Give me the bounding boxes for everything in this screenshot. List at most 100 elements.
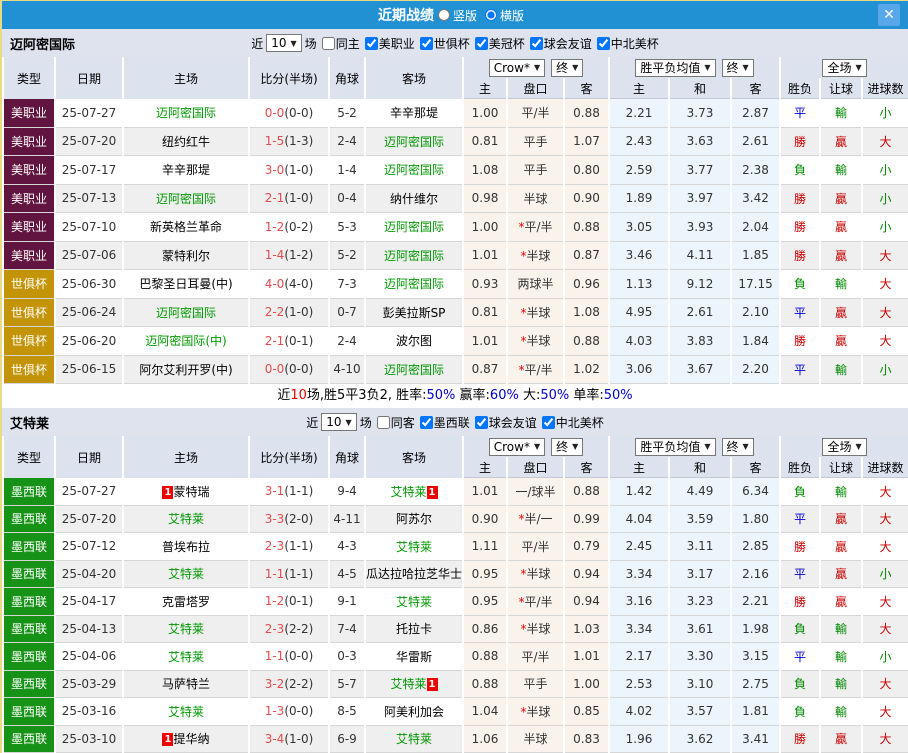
handicap-line: *半球 xyxy=(508,299,563,328)
handicap-star: * xyxy=(518,512,524,526)
close-icon[interactable]: ✕ xyxy=(878,4,900,26)
away-team: 艾特莱 xyxy=(366,726,462,753)
league-filter-checkbox-box[interactable] xyxy=(475,416,488,429)
result-goals: 大 xyxy=(863,270,908,299)
league-filter-checkbox-box[interactable] xyxy=(420,416,433,429)
league-filter-checkbox-box[interactable] xyxy=(530,37,543,50)
league-filter-checkbox[interactable]: 美职业 xyxy=(363,35,415,52)
odds-source-select[interactable]: Crow*▼ xyxy=(489,59,545,77)
odds-source-select[interactable]: Crow*▼ xyxy=(489,438,545,456)
mean-away: 2.21 xyxy=(732,588,779,616)
match-type-badge: 美职业 xyxy=(4,128,54,157)
corner-count: 2-4 xyxy=(330,327,364,356)
subcol-outcome: 胜负 xyxy=(781,457,819,478)
mean-final-select[interactable]: 终▼ xyxy=(722,59,754,77)
mean-home: 2.59 xyxy=(610,156,668,185)
league-filter-checkbox-box[interactable] xyxy=(420,37,433,50)
games-label: 场 xyxy=(305,35,317,52)
odds-final-select[interactable]: 终▼ xyxy=(551,59,583,77)
league-filter-checkbox-box[interactable] xyxy=(365,37,378,50)
result-outcome: 平 xyxy=(781,299,819,328)
result-goals: 大 xyxy=(863,506,908,534)
league-filter-checkbox[interactable]: 球会友谊 xyxy=(528,35,592,52)
mean-home: 4.04 xyxy=(610,506,668,534)
away-team: 迈阿密国际 xyxy=(366,128,462,157)
league-filter-checkbox[interactable]: 美冠杯 xyxy=(473,35,525,52)
same-venue-checkbox[interactable]: 同主 xyxy=(320,35,360,52)
home-team: 阿尔艾利开罗(中) xyxy=(124,356,248,385)
mean-draw: 3.61 xyxy=(670,616,730,644)
league-filter-checkbox[interactable]: 世俱杯 xyxy=(418,35,470,52)
half-time-score: (0-1) xyxy=(284,594,313,608)
col-header-corners: 角球 xyxy=(330,436,364,478)
result-handicap: 贏 xyxy=(821,506,861,534)
layout-radio-vertical-input[interactable] xyxy=(438,9,450,21)
mean-home: 3.06 xyxy=(610,356,668,385)
dropdown-arrow-icon: ▼ xyxy=(743,442,749,451)
scope-select[interactable]: 全场▼ xyxy=(822,59,866,77)
mean-final-select[interactable]: 终▼ xyxy=(722,438,754,456)
mean-source-select[interactable]: 胜平负均值▼ xyxy=(635,59,715,77)
result-outcome: 平 xyxy=(781,561,819,589)
away-team: 托拉卡 xyxy=(366,616,462,644)
match-score: 2-3(2-2) xyxy=(250,616,328,644)
layout-radio-vertical[interactable]: 竖版 xyxy=(438,7,477,24)
match-date: 25-04-20 xyxy=(56,561,122,589)
layout-radio-horizontal[interactable]: 横版 xyxy=(485,7,524,24)
recent-count-select[interactable]: 10▼ xyxy=(266,34,301,52)
odds-home: 0.86 xyxy=(464,616,506,644)
match-date: 25-03-16 xyxy=(56,698,122,726)
summary-segment: 近 xyxy=(277,388,290,403)
result-handicap: 贏 xyxy=(821,299,861,328)
league-filter-checkbox[interactable]: 中北美杯 xyxy=(595,35,659,52)
away-team: 艾特莱 xyxy=(366,533,462,561)
result-outcome: 勝 xyxy=(781,185,819,214)
result-handicap: 贏 xyxy=(821,588,861,616)
same-venue-checkbox[interactable]: 同客 xyxy=(375,414,415,431)
same-venue-checkbox-box[interactable] xyxy=(322,37,335,50)
league-filter-checkbox[interactable]: 球会友谊 xyxy=(473,414,537,431)
result-outcome: 勝 xyxy=(781,128,819,157)
summary-line: 近10场,胜5平3负2, 胜率:50% 赢率:60% 大:50% 单率:50% xyxy=(2,384,908,408)
result-outcome: 勝 xyxy=(781,533,819,561)
league-filter-checkbox[interactable]: 中北美杯 xyxy=(540,414,604,431)
summary-segment: 场,胜5平3负2, xyxy=(307,388,396,403)
odds-away: 1.08 xyxy=(565,299,608,328)
match-date: 25-06-15 xyxy=(56,356,122,385)
league-filter-checkbox[interactable]: 墨西联 xyxy=(418,414,470,431)
match-row: 墨西联25-03-101提华纳3-4(1-0)6-9艾特莱1.06半球0.831… xyxy=(4,726,908,753)
home-team: 克雷塔罗 xyxy=(124,588,248,616)
match-row: 墨西联25-07-12普埃布拉2-3(1-1)4-3艾特莱1.11平/半0.79… xyxy=(4,533,908,561)
match-score: 1-4(1-2) xyxy=(250,242,328,271)
mean-away: 3.41 xyxy=(732,726,779,753)
same-venue-checkbox-box[interactable] xyxy=(377,416,390,429)
league-filter-checkbox-box[interactable] xyxy=(597,37,610,50)
odds-final-select[interactable]: 终▼ xyxy=(551,438,583,456)
layout-radio-horizontal-input[interactable] xyxy=(485,9,497,21)
full-time-score: 4-0 xyxy=(265,277,285,291)
mean-away: 2.61 xyxy=(732,128,779,157)
mean-draw: 3.62 xyxy=(670,726,730,753)
recent-count-select[interactable]: 10▼ xyxy=(321,413,356,431)
away-team: 迈阿密国际 xyxy=(366,156,462,185)
mean-source-select[interactable]: 胜平负均值▼ xyxy=(635,438,715,456)
league-filter-checkbox-box[interactable] xyxy=(475,37,488,50)
handicap-line: 平手 xyxy=(508,156,563,185)
scope-select[interactable]: 全场▼ xyxy=(822,438,866,456)
red-card-badge: 1 xyxy=(162,733,173,746)
mean-home: 2.45 xyxy=(610,533,668,561)
league-filter-checkbox-box[interactable] xyxy=(542,416,555,429)
result-goals: 大 xyxy=(863,671,908,699)
col-header-date: 日期 xyxy=(56,57,122,99)
same-venue-checkbox-label: 同主 xyxy=(336,35,360,52)
subcol-handicap-result: 让球 xyxy=(821,78,861,99)
full-time-score: 3-4 xyxy=(265,732,285,746)
match-row: 世俱杯25-06-15阿尔艾利开罗(中)0-0(0-0)4-10迈阿密国际0.8… xyxy=(4,356,908,385)
match-score: 1-1(0-0) xyxy=(250,643,328,671)
handicap-star: * xyxy=(520,249,526,263)
dropdown-arrow-icon: ▼ xyxy=(346,418,352,427)
titlebar: 近期战绩 竖版横版 ✕ xyxy=(2,1,908,29)
match-score: 2-1(0-1) xyxy=(250,327,328,356)
match-score: 2-1(1-0) xyxy=(250,185,328,214)
match-row: 墨西联25-04-20艾特莱1-1(1-1)4-5瓜达拉哈拉芝华士0.95*半球… xyxy=(4,561,908,589)
